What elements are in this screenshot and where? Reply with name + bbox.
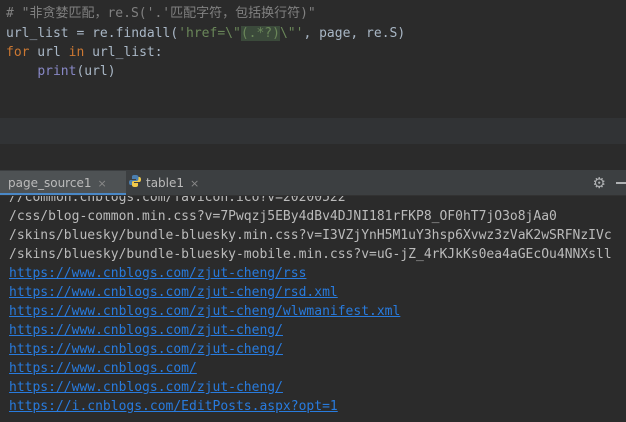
code-keyword-for: for bbox=[6, 45, 30, 60]
output-link[interactable]: https://www.cnblogs.com/zjut-cheng/ bbox=[9, 321, 283, 340]
code-print-args: (url) bbox=[76, 64, 116, 79]
editor-bottom bbox=[0, 144, 626, 171]
minimize-icon[interactable] bbox=[616, 182, 626, 184]
output-link[interactable]: https://i.cnblogs.com/EditPosts.aspx?opt… bbox=[9, 397, 338, 416]
editor-gap bbox=[0, 118, 626, 144]
code-line-print: print(url) bbox=[6, 63, 116, 81]
output-link[interactable]: https://www.cnblogs.com/zjut-cheng/wlwma… bbox=[9, 302, 400, 321]
tab-label: page_source1 bbox=[8, 176, 92, 190]
output-link[interactable]: https://www.cnblogs.com/zjut-cheng/ bbox=[9, 378, 283, 397]
tab-label: table1 bbox=[146, 176, 185, 190]
output-link[interactable]: https://www.cnblogs.com/zjut-cheng/ bbox=[9, 340, 283, 359]
code-keyword-in: in bbox=[68, 45, 85, 60]
code-line-comment: # "非贪婪匹配，re.S('.'匹配字符，包括换行符)" bbox=[6, 6, 316, 21]
code-findall-prefix: url_list = re.findall( bbox=[6, 26, 179, 41]
tool-window-tabbar: page_source1 × table1 × ⚙ bbox=[0, 171, 626, 196]
code-regex-group: (.*?) bbox=[240, 26, 280, 41]
python-icon bbox=[128, 172, 142, 196]
code-editor[interactable]: # "非贪婪匹配，re.S('.'匹配字符，包括换行符)" url_list =… bbox=[0, 0, 626, 118]
output-link[interactable]: https://www.cnblogs.com/zjut-cheng/rsd.x… bbox=[9, 283, 338, 302]
output-link[interactable]: https://www.cnblogs.com/zjut-cheng/rss bbox=[9, 264, 306, 283]
close-icon[interactable]: × bbox=[190, 177, 199, 190]
gear-icon[interactable]: ⚙ bbox=[593, 174, 606, 192]
output-panel[interactable]: //common.cnblogs.com/favicon.ico?v=20200… bbox=[0, 196, 626, 422]
output-line: //common.cnblogs.com/favicon.ico?v=20200… bbox=[9, 196, 346, 205]
code-findall-suffix: , page, re.S) bbox=[303, 26, 406, 41]
tab-table1[interactable]: table1 × bbox=[128, 171, 199, 195]
output-link[interactable]: https://www.cnblogs.com/ bbox=[9, 359, 197, 378]
output-line: /skins/bluesky/bundle-bluesky-mobile.min… bbox=[9, 247, 612, 262]
tab-page-source1[interactable]: page_source1 × bbox=[0, 171, 126, 195]
code-loop-iter: url_list: bbox=[84, 45, 163, 60]
code-line-for: for url in url_list: bbox=[6, 44, 163, 62]
code-builtin-print: print bbox=[37, 64, 77, 79]
output-line: /skins/bluesky/bundle-bluesky.min.css?v=… bbox=[9, 228, 612, 243]
output-line: /css/blog-common.min.css?v=7Pwqzj5EBy4dB… bbox=[9, 209, 557, 224]
code-string-open: 'href=\" bbox=[178, 26, 241, 41]
code-loop-var: url bbox=[29, 45, 69, 60]
close-icon[interactable]: × bbox=[97, 177, 106, 190]
code-line-findall: url_list = re.findall('href=\"(.*?)\"', … bbox=[6, 25, 405, 43]
code-string-close: \"' bbox=[279, 26, 304, 41]
